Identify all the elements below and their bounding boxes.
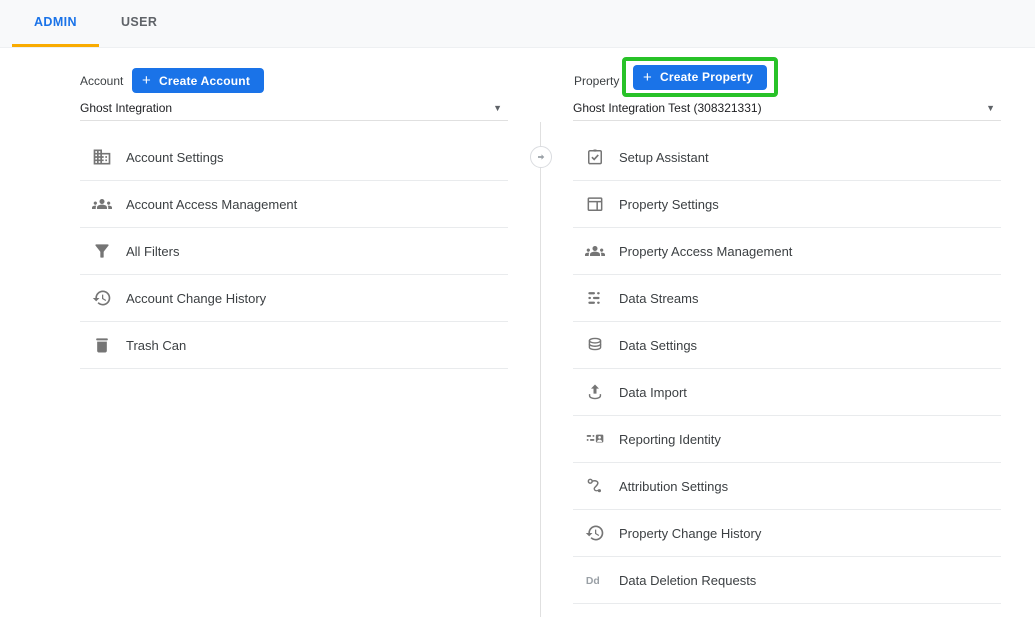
account-label: Account (80, 74, 123, 88)
property-menu-item-data-settings[interactable]: Data Settings (573, 322, 1001, 369)
property-menu-item-attribution-settings[interactable]: Attribution Settings (573, 463, 1001, 510)
account-menu-item-account-settings[interactable]: Account Settings (80, 134, 508, 181)
account-selector-value: Ghost Integration (80, 101, 172, 115)
property-menu-item-setup-assistant[interactable]: Setup Assistant (573, 134, 1001, 181)
property-menu-item-property-settings[interactable]: Property Settings (573, 181, 1001, 228)
dd-icon (585, 570, 605, 590)
tab-admin[interactable]: ADMIN (12, 0, 99, 47)
property-menu-item-reporting-identity[interactable]: Reporting Identity (573, 416, 1001, 463)
property-menu-item-property-access-management[interactable]: Property Access Management (573, 228, 1001, 275)
tab-bar: ADMIN USER (0, 0, 1035, 48)
data-import-icon (585, 382, 605, 402)
property-settings-icon (585, 194, 605, 214)
people-icon (92, 194, 112, 214)
account-menu-item-account-change-history[interactable]: Account Change History (80, 275, 508, 322)
create-account-label: Create Account (159, 74, 250, 88)
plus-icon: + (643, 70, 652, 85)
account-menu-item-all-filters[interactable]: All Filters (80, 228, 508, 275)
trash-icon (92, 335, 112, 355)
chevron-down-icon: ▼ (986, 103, 995, 113)
property-selector-value: Ghost Integration Test (308321331) (573, 101, 762, 115)
create-property-highlight-box: + Create Property (622, 57, 778, 97)
chevron-down-icon: ▼ (493, 103, 502, 113)
property-selector[interactable]: Ghost Integration Test (308321331) ▼ (573, 96, 1001, 121)
property-menu-item-data-streams[interactable]: Data Streams (573, 275, 1001, 322)
property-menu-item-data-import[interactable]: Data Import (573, 369, 1001, 416)
property-menu: Setup Assistant Property Settings Proper… (573, 134, 1001, 604)
data-settings-icon (585, 335, 605, 355)
account-menu: Account Settings Account Access Manageme… (80, 134, 508, 369)
account-menu-item-account-access-management[interactable]: Account Access Management (80, 181, 508, 228)
account-selector[interactable]: Ghost Integration ▼ (80, 96, 508, 121)
tab-user[interactable]: USER (99, 0, 179, 47)
column-divider (540, 122, 541, 617)
data-streams-icon (585, 288, 605, 308)
property-menu-item-data-deletion-requests[interactable]: Data Deletion Requests (573, 557, 1001, 604)
attribution-icon (585, 476, 605, 496)
people-icon (585, 241, 605, 261)
arrow-right-icon (535, 151, 547, 163)
history-icon (92, 288, 112, 308)
create-property-button[interactable]: + Create Property (633, 65, 767, 90)
plus-icon: + (142, 73, 151, 88)
create-property-label: Create Property (660, 70, 753, 84)
property-menu-item-property-change-history[interactable]: Property Change History (573, 510, 1001, 557)
property-label: Property (574, 74, 619, 88)
filter-icon (92, 241, 112, 261)
collapse-account-column-button[interactable] (530, 146, 552, 168)
history-icon (585, 523, 605, 543)
create-account-button[interactable]: + Create Account (132, 68, 264, 93)
account-menu-item-trash-can[interactable]: Trash Can (80, 322, 508, 369)
building-icon (92, 147, 112, 167)
reporting-identity-icon (585, 429, 605, 449)
setup-assistant-icon (585, 147, 605, 167)
